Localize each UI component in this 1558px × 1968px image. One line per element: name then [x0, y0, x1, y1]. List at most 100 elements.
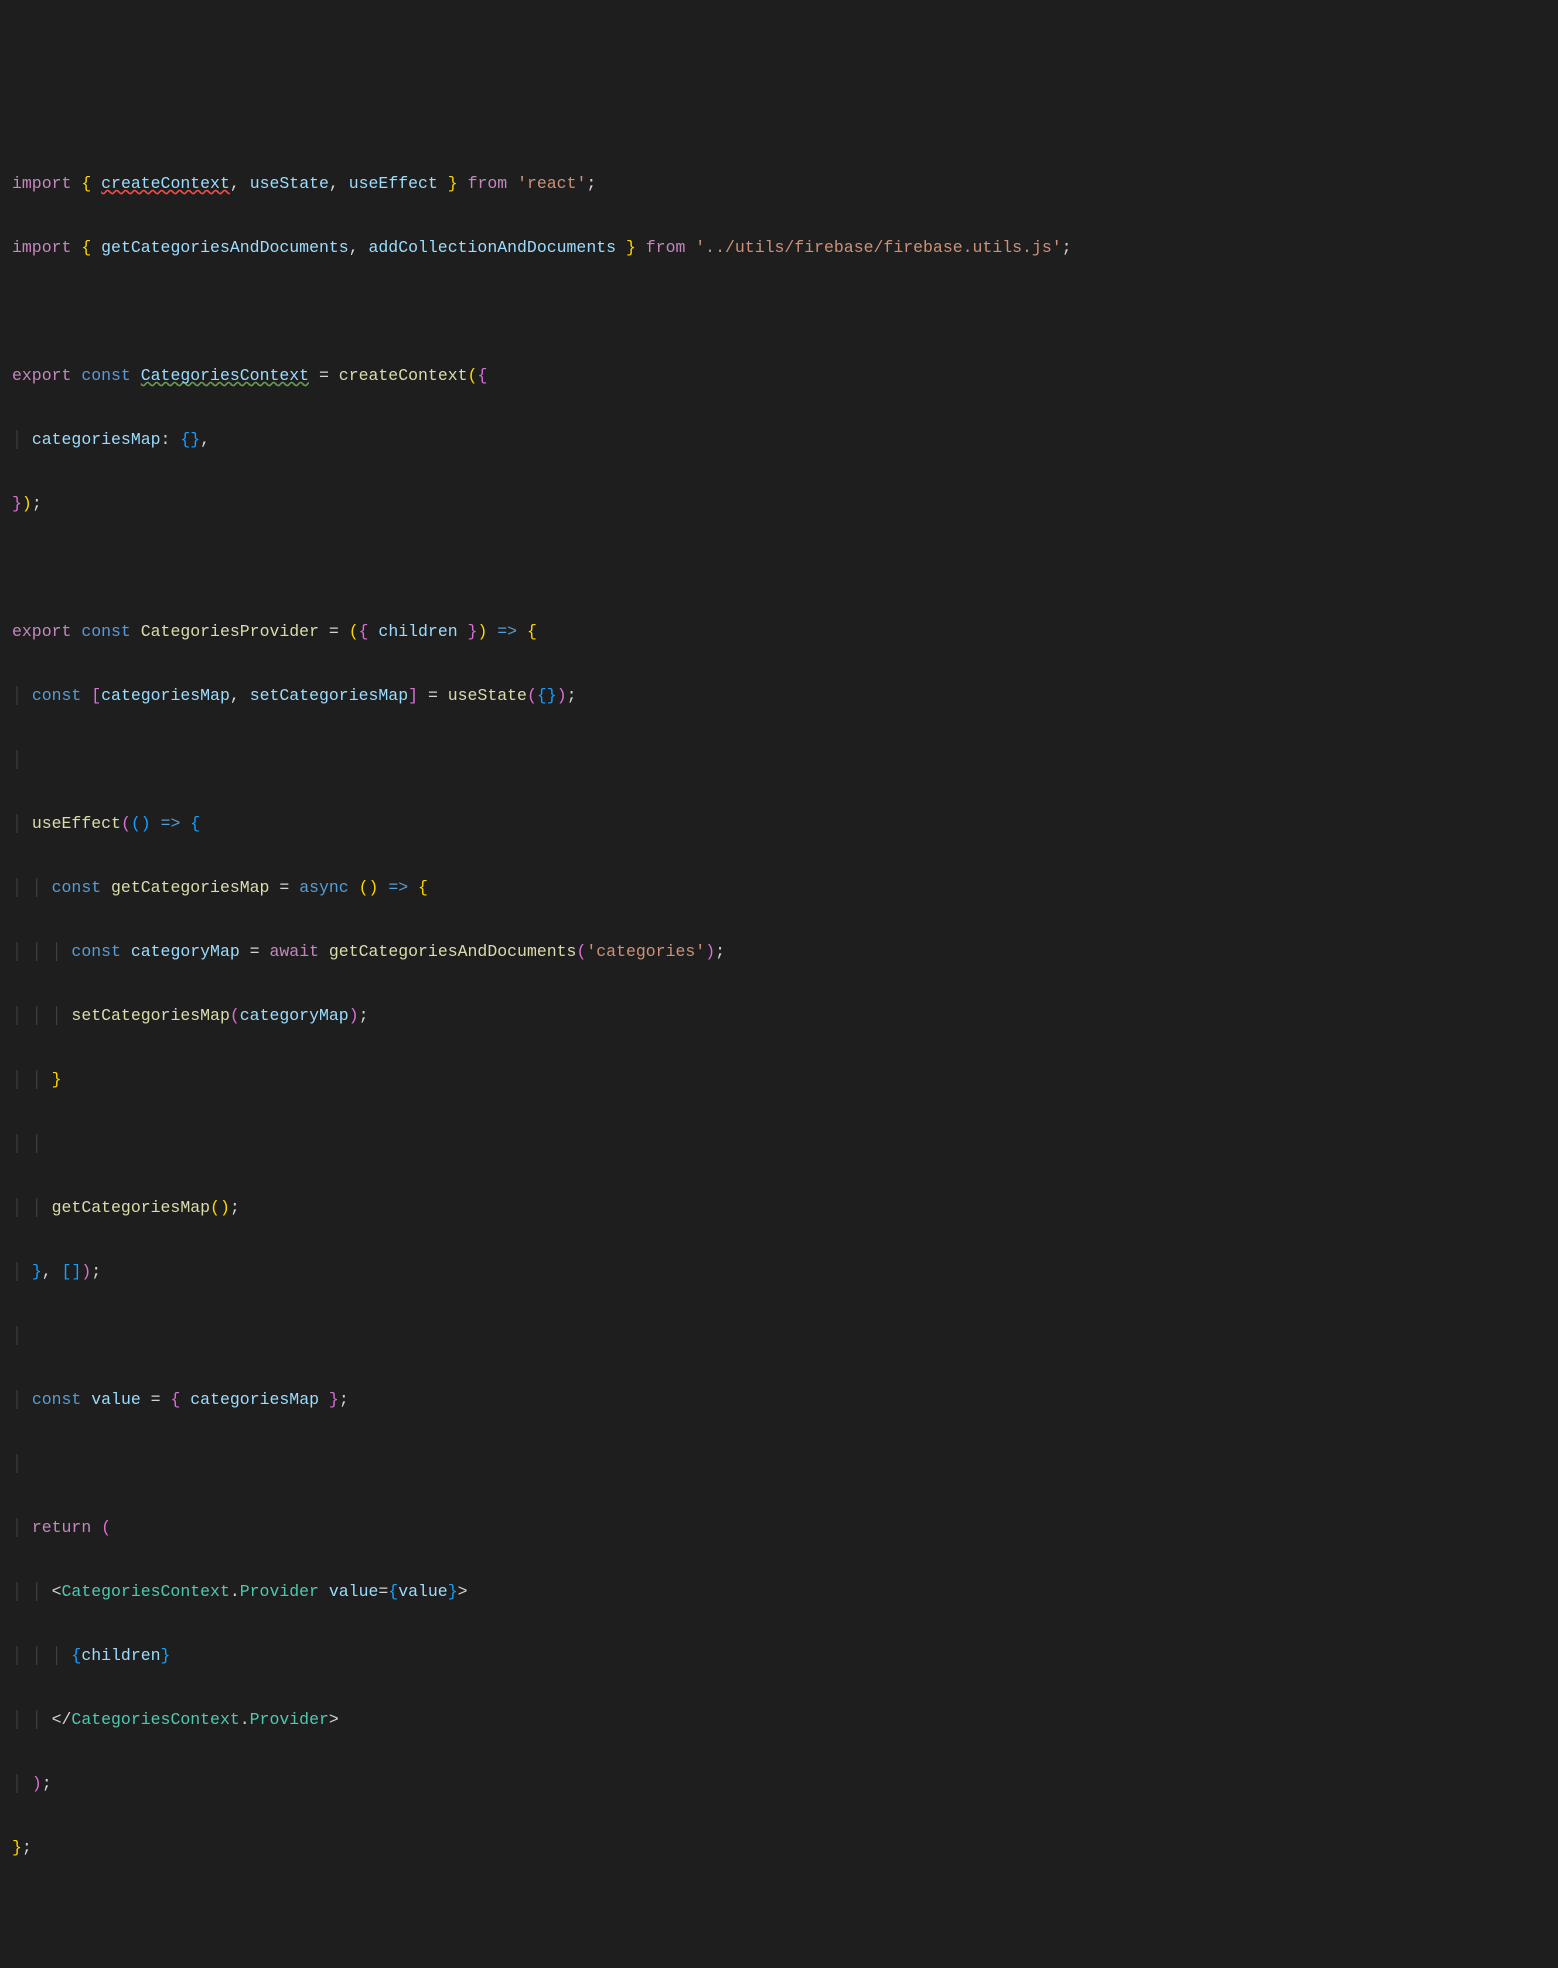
indent-guide: │ │	[12, 1134, 42, 1153]
paren: )	[81, 1262, 91, 1281]
code-line: │ │ <CategoriesContext.Provider value={v…	[12, 1576, 1546, 1608]
jsx-component: CategoriesContext	[62, 1582, 230, 1601]
keyword-import: import	[12, 174, 71, 193]
semicolon: ;	[230, 1198, 240, 1217]
func: getCategoriesAndDocuments	[329, 942, 577, 961]
bracket: ]	[408, 686, 418, 705]
paren: )	[477, 622, 487, 641]
indent-guide: │	[12, 430, 32, 449]
func-CategoriesProvider: CategoriesProvider	[141, 622, 319, 641]
comma: ,	[200, 430, 210, 449]
code-line: │ );	[12, 1768, 1546, 1800]
paren: )	[141, 814, 151, 833]
code-line: │ │	[12, 1128, 1546, 1160]
semicolon: ;	[1062, 238, 1072, 257]
indent-guide: │ │	[12, 1070, 52, 1089]
jsx-component: Provider	[250, 1710, 329, 1729]
code-line: │ │ │ {children}	[12, 1640, 1546, 1672]
jsx-open: <	[52, 1582, 62, 1601]
paren: (	[349, 622, 359, 641]
jsx-component: CategoriesContext	[71, 1710, 239, 1729]
paren: )	[22, 494, 32, 513]
equals: =	[329, 622, 339, 641]
brace: {	[81, 174, 91, 193]
brace: }	[161, 1646, 171, 1665]
arrow: =>	[161, 814, 181, 833]
string-module: '../utils/firebase/firebase.utils.js'	[695, 238, 1061, 257]
brace: {	[359, 622, 369, 641]
code-line: │ │ </CategoriesContext.Provider>	[12, 1704, 1546, 1736]
ident: categoryMap	[131, 942, 240, 961]
brace: }	[52, 1070, 62, 1089]
jsx-attr: value	[329, 1582, 379, 1601]
semicolon: ;	[339, 1390, 349, 1409]
comma: ,	[42, 1262, 52, 1281]
semicolon: ;	[42, 1774, 52, 1793]
code-line: │ return (	[12, 1512, 1546, 1544]
bracket: [	[91, 686, 101, 705]
brace: {	[190, 814, 200, 833]
keyword-await: await	[269, 942, 319, 961]
keyword-const: const	[32, 1390, 82, 1409]
equals: =	[250, 942, 260, 961]
dot: .	[230, 1582, 240, 1601]
ident: children	[81, 1646, 160, 1665]
code-line: │ │ getCategoriesMap();	[12, 1192, 1546, 1224]
keyword-from: from	[646, 238, 686, 257]
indent-guide: │ │	[12, 878, 52, 897]
jsx-close: >	[329, 1710, 339, 1729]
indent-guide: │	[12, 1454, 22, 1473]
indent-guide: │ │ │	[12, 1006, 71, 1025]
paren: )	[349, 1006, 359, 1025]
indent-guide: │	[12, 1326, 22, 1345]
code-line: export const CategoriesProvider = ({ chi…	[12, 616, 1546, 648]
brace: }	[448, 174, 458, 193]
ident-useEffect: useEffect	[349, 174, 438, 193]
paren: (	[131, 814, 141, 833]
jsx-component: Provider	[240, 1582, 319, 1601]
func-useState: useState	[448, 686, 527, 705]
code-line	[12, 552, 1546, 584]
code-line: export const CategoriesContext = createC…	[12, 360, 1546, 392]
keyword-const: const	[81, 622, 131, 641]
ident: addCollectionAndDocuments	[369, 238, 617, 257]
semicolon: ;	[359, 1006, 369, 1025]
equals: =	[279, 878, 289, 897]
property: categoriesMap	[32, 430, 161, 449]
bracket: ]	[71, 1262, 81, 1281]
param-children: children	[378, 622, 457, 641]
code-line: │	[12, 1448, 1546, 1480]
paren: (	[230, 1006, 240, 1025]
ident: setCategoriesMap	[250, 686, 408, 705]
paren: )	[557, 686, 567, 705]
paren: (	[101, 1518, 111, 1537]
indent-guide: │	[12, 1518, 32, 1537]
comma: ,	[329, 174, 339, 193]
comma: ,	[230, 174, 240, 193]
code-line: };	[12, 1832, 1546, 1864]
semicolon: ;	[91, 1262, 101, 1281]
code-line: │ }, []);	[12, 1256, 1546, 1288]
keyword-export: export	[12, 622, 71, 641]
code-line	[12, 296, 1546, 328]
keyword-const: const	[71, 942, 121, 961]
ident: categoriesMap	[190, 1390, 319, 1409]
brace: }	[329, 1390, 339, 1409]
ident: value	[398, 1582, 448, 1601]
code-line: │	[12, 744, 1546, 776]
jsx-close: >	[458, 1582, 468, 1601]
paren: (	[121, 814, 131, 833]
code-line: import { getCategoriesAndDocuments, addC…	[12, 232, 1546, 264]
brace: {	[170, 1390, 180, 1409]
paren: )	[32, 1774, 42, 1793]
indent-guide: │ │ │	[12, 942, 71, 961]
ident: value	[91, 1390, 141, 1409]
code-editor[interactable]: import { createContext, useState, useEff…	[12, 136, 1546, 1896]
semicolon: ;	[22, 1838, 32, 1857]
paren: (	[576, 942, 586, 961]
code-line: │ const value = { categoriesMap };	[12, 1384, 1546, 1416]
equals: =	[319, 366, 329, 385]
brace: {	[527, 622, 537, 641]
code-line: │ useEffect(() => {	[12, 808, 1546, 840]
paren: (	[527, 686, 537, 705]
